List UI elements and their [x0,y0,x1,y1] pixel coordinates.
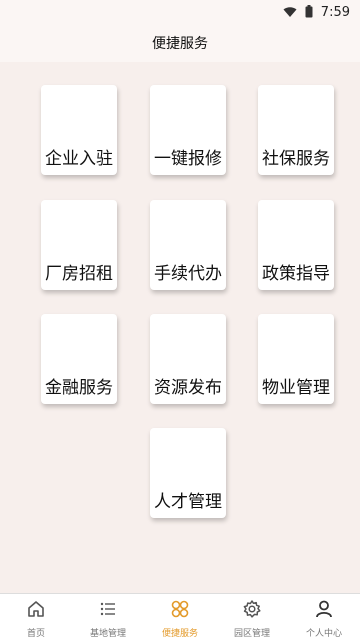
battery-icon [305,3,313,22]
service-label: 政策指导 [262,264,330,284]
service-label: 人才管理 [154,492,222,512]
status-time: 7:59 [320,4,350,20]
service-card-resource-publish[interactable]: 资源发布 [150,314,226,404]
tab-label: 园区管理 [233,629,270,639]
tab-convenient-services[interactable]: 便捷服务 [144,594,216,639]
gear-icon [242,599,262,623]
tab-label: 首页 [26,629,45,639]
service-card-property-management[interactable]: 物业管理 [258,314,334,404]
tab-label: 基地管理 [89,629,126,639]
service-label: 手续代办 [154,264,222,284]
page-header: 便捷服务 [0,24,360,62]
service-card-factory-rental[interactable]: 厂房招租 [41,200,117,290]
service-label: 金融服务 [45,378,113,398]
service-label: 一键报修 [154,149,222,169]
service-card-procedures[interactable]: 手续代办 [150,200,226,290]
service-label: 资源发布 [154,378,222,398]
service-card-enterprise-entry[interactable]: 企业入驻 [41,85,117,175]
service-card-finance[interactable]: 金融服务 [41,314,117,404]
tab-base-management[interactable]: 基地管理 [72,594,144,639]
service-card-repair[interactable]: 一键报修 [150,85,226,175]
tab-label: 个人中心 [305,629,342,639]
bottom-tabbar: 首页 基地管理 便捷服务 园区管理 个人中心 [0,593,360,639]
service-card-policy-guidance[interactable]: 政策指导 [258,200,334,290]
service-label: 物业管理 [262,378,330,398]
page-title: 便捷服务 [152,36,208,52]
tab-label: 便捷服务 [161,629,198,639]
service-card-social-security[interactable]: 社保服务 [258,85,334,175]
services-icon [170,599,190,623]
tab-park-management[interactable]: 园区管理 [216,594,288,639]
service-label: 厂房招租 [45,264,113,284]
service-label: 企业入驻 [45,149,113,169]
home-icon [26,599,46,623]
person-icon [314,599,334,623]
wifi-icon [283,3,297,22]
tab-home[interactable]: 首页 [0,594,72,639]
status-bar: 7:59 [0,0,360,24]
list-icon [98,599,118,623]
service-card-talent-management[interactable]: 人才管理 [150,428,226,518]
service-label: 社保服务 [262,149,330,169]
service-grid: 企业入驻 一键报修 社保服务 厂房招租 手续代办 政策指导 金融服务 资源发布 … [0,62,360,592]
tab-profile[interactable]: 个人中心 [288,594,360,639]
